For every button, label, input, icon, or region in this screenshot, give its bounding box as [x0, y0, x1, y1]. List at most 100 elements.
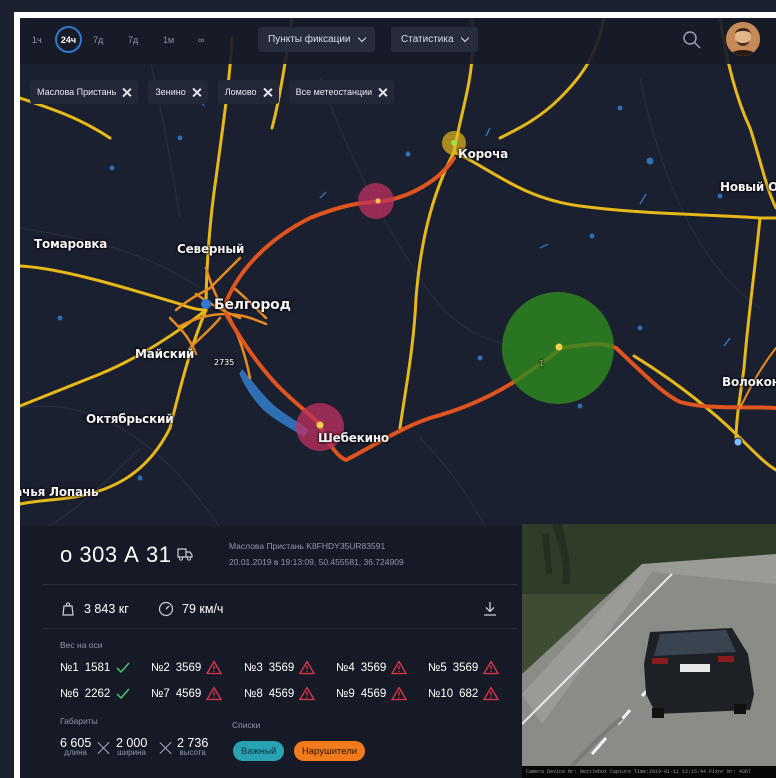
- axle-number: №9: [336, 687, 355, 700]
- tag-violators[interactable]: Нарушители: [294, 741, 366, 761]
- axle-number: №10: [428, 687, 454, 700]
- chevron-down-icon: [460, 33, 469, 43]
- warning-icon: [391, 686, 408, 701]
- map-road-number: 2735: [212, 358, 237, 367]
- period-all[interactable]: ∞: [198, 35, 204, 45]
- weight-metric: 3 843 кг: [60, 601, 129, 617]
- axle-weight-value: 3569: [360, 661, 387, 674]
- warning-icon: [391, 660, 408, 675]
- fixation-points-label: Пункты фиксации: [268, 34, 351, 45]
- filter-chip-label: Ломово: [224, 87, 257, 97]
- station-name: Маслова Пристань K8FHDY35UR83591: [229, 541, 386, 551]
- period-24h[interactable]: 24ч: [55, 26, 82, 53]
- axle-number: №4: [336, 661, 355, 674]
- axle-number: №5: [428, 661, 447, 674]
- weight-icon: [62, 602, 74, 616]
- filter-chip[interactable]: Маслова Пристань: [30, 80, 139, 104]
- search-icon[interactable]: [682, 30, 702, 50]
- period-1h[interactable]: 1ч: [32, 35, 42, 45]
- download-icon[interactable]: [482, 600, 498, 618]
- statistics-label: Статистика: [401, 34, 454, 45]
- axle-number: №3: [244, 661, 263, 674]
- map-label-novy-oskol: Новый Оскол: [720, 180, 776, 194]
- vehicle-info-panel: о 303 А 31 Маслова Пристань K8FHDY35UR83…: [20, 526, 522, 778]
- map-label-oktyabrsky: Октябрьский: [86, 412, 174, 426]
- filter-chip-label: Зенино: [155, 87, 186, 97]
- truck-icon: [177, 548, 193, 561]
- axle-weight-value: 2262: [84, 687, 111, 700]
- warning-icon: [299, 660, 316, 675]
- checkmark-icon: [116, 688, 130, 700]
- camera-caption: Camera Device Nr: Nettlebox Capture Time…: [522, 766, 776, 778]
- axle-weight-value: 1581: [84, 661, 111, 674]
- axle-weight-value: 4569: [360, 687, 387, 700]
- axle-weight-item: №3 3569: [244, 660, 316, 675]
- axle-weight-value: 682: [459, 687, 479, 700]
- axle-number: №8: [244, 687, 263, 700]
- map-cluster-count: 1: [539, 359, 544, 368]
- map-label-kazachya-lopan: Казачья Лопань: [20, 485, 99, 499]
- top-bar: 1ч 24ч 7д 7д 1м ∞ Пункты фиксации Статис…: [20, 18, 776, 64]
- vehicle-plate: о 303 А 31: [60, 542, 172, 567]
- camera-photo[interactable]: Camera Device Nr: Nettlebox Capture Time…: [522, 524, 776, 778]
- period-1m[interactable]: 1м: [163, 35, 174, 45]
- filter-chip-label: Маслова Пристань: [37, 87, 117, 97]
- warning-icon: [206, 686, 223, 701]
- statistics-dropdown[interactable]: Статистика: [391, 27, 478, 52]
- map-label-belgorod: Белгород: [214, 297, 291, 313]
- axle-weight-value: 3569: [452, 661, 479, 674]
- filter-chips: Маслова Пристань Зенино Ломово Все метео…: [30, 80, 395, 104]
- axle-weight-item: №7 4569: [151, 686, 223, 701]
- axle-weight-value: 4569: [268, 687, 295, 700]
- multiply-icon: [160, 742, 172, 754]
- axle-weight-item: №10 682: [428, 686, 500, 701]
- warning-icon: [206, 660, 223, 675]
- dimension-height-label: высота: [179, 748, 206, 757]
- fixation-points-dropdown[interactable]: Пункты фиксации: [258, 27, 375, 52]
- axle-weight-item: №2 3569: [151, 660, 223, 675]
- speedometer-icon: [158, 601, 174, 617]
- axle-weight-item: №1 1581: [60, 660, 131, 675]
- axle-weight-value: 3569: [175, 661, 202, 674]
- axle-number: №6: [60, 687, 79, 700]
- avatar[interactable]: [726, 22, 760, 56]
- filter-chip-label: Все метеостанции: [295, 87, 373, 97]
- dimension-width-label: ширина: [117, 748, 146, 757]
- map-label-shebekino: Шебекино: [318, 431, 389, 445]
- axle-weight-item: №4 3569: [336, 660, 408, 675]
- checkmark-icon: [116, 662, 130, 674]
- multiply-icon: [98, 742, 110, 754]
- axle-number: №7: [151, 687, 170, 700]
- period-7d-2[interactable]: 7д: [128, 35, 138, 45]
- divider: [42, 628, 518, 629]
- period-7d[interactable]: 7д: [93, 35, 103, 45]
- axle-weight-item: №5 3569: [428, 660, 500, 675]
- close-icon[interactable]: [378, 88, 387, 97]
- axle-weight-value: 4569: [175, 687, 202, 700]
- filter-chip[interactable]: Зенино: [148, 80, 208, 104]
- warning-icon: [483, 686, 500, 701]
- dimension-length: 6 605 длина: [60, 736, 91, 757]
- speed-metric: 79 км/ч: [158, 601, 223, 617]
- map-label-severny: Северный: [177, 242, 245, 256]
- app-window: Корочa Новый Оскол Томаровка Северный Бе…: [20, 18, 776, 778]
- map-label-tomarovka: Томаровка: [34, 237, 108, 251]
- axle-weight-item: №8 4569: [244, 686, 316, 701]
- close-icon[interactable]: [263, 88, 272, 97]
- capture-datetime-coords: 20.01.2019 в 19:13:09, 50.455581, 36.724…: [229, 557, 404, 567]
- warning-icon: [483, 660, 500, 675]
- close-icon[interactable]: [192, 88, 201, 97]
- filter-chip[interactable]: Все метеостанции: [288, 80, 395, 104]
- axle-weight-item: №6 2262: [60, 686, 131, 701]
- dimensions-title: Габариты: [60, 716, 98, 726]
- tag-important[interactable]: Важный: [233, 741, 285, 761]
- axle-weight-value: 3569: [268, 661, 295, 674]
- divider: [42, 584, 518, 585]
- close-icon[interactable]: [122, 88, 131, 97]
- dimension-length-label: длина: [64, 748, 87, 757]
- weight-value: 3 843 кг: [84, 602, 129, 616]
- speed-value: 79 км/ч: [182, 602, 224, 616]
- dimension-width: 2 000 ширина: [116, 736, 147, 757]
- filter-chip[interactable]: Ломово: [217, 80, 279, 104]
- axle-weight-title: Вес на оси: [60, 640, 103, 650]
